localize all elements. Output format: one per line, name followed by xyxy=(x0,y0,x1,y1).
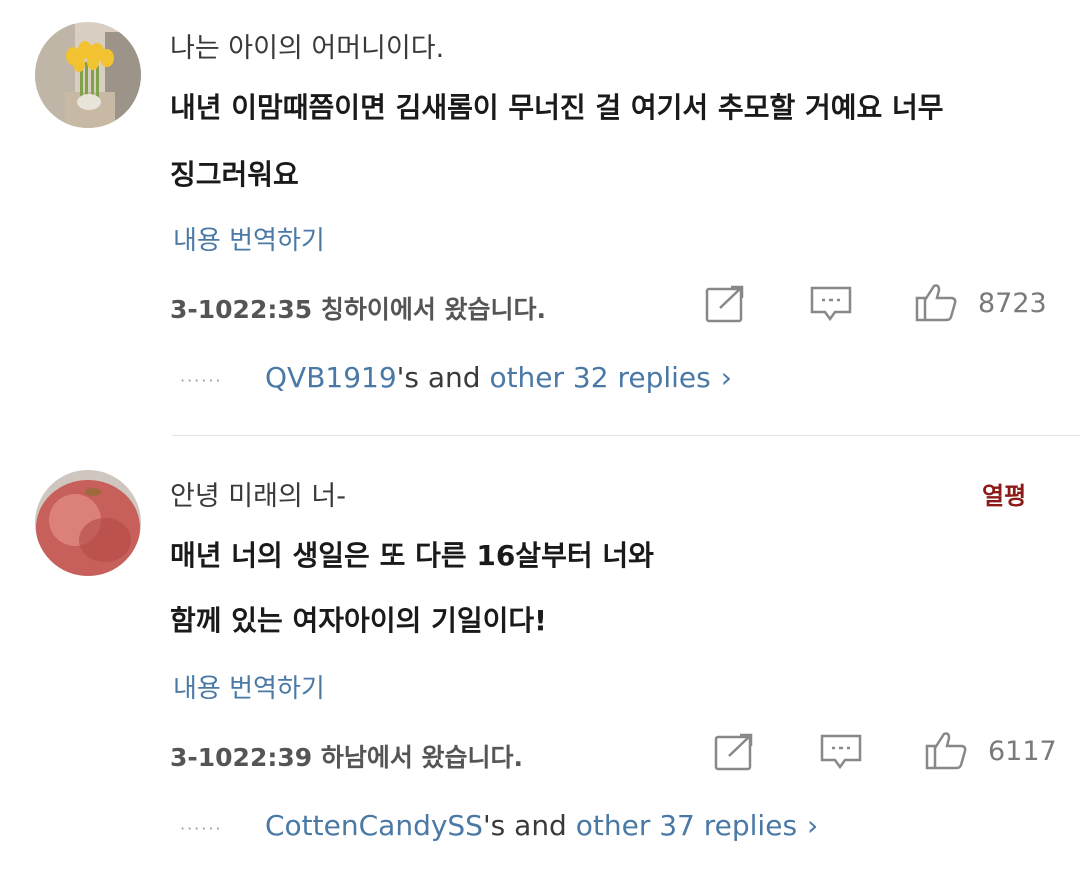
reply-count[interactable]: other 37 replies xyxy=(576,809,797,842)
reply-count[interactable]: other 32 replies xyxy=(489,361,710,394)
translate-link[interactable]: 내용 번역하기 xyxy=(173,220,325,257)
reply-connector: 's and xyxy=(482,809,576,842)
chevron-right-icon: › xyxy=(720,361,732,394)
translate-link[interactable]: 내용 번역하기 xyxy=(173,668,325,705)
reply-username[interactable]: QVB1919 xyxy=(265,361,397,394)
like-icon[interactable] xyxy=(914,282,958,322)
chevron-right-icon: › xyxy=(807,809,819,842)
like-count: 8723 xyxy=(978,288,1047,319)
divider xyxy=(172,435,1080,436)
comment-meta: 3-1022:35 칭하이에서 왔습니다. xyxy=(170,295,547,324)
comment-text-line: 징그러워요 xyxy=(170,158,299,191)
comment-icon[interactable] xyxy=(819,732,863,772)
view-replies-link[interactable]: QVB1919's and other 32 replies › xyxy=(265,361,732,394)
avatar[interactable] xyxy=(35,470,141,576)
reply-dots: ······ xyxy=(180,819,223,838)
comment-text-line: 매년 너의 생일은 또 다른 16살부터 너와 xyxy=(170,539,654,572)
share-icon[interactable] xyxy=(713,732,757,772)
username[interactable]: 안녕 미래의 너- xyxy=(170,474,346,513)
tulip-bouquet-icon xyxy=(35,22,141,128)
username[interactable]: 나는 아이의 어머니이다. xyxy=(170,26,444,65)
comment-text-line: 내년 이맘때쯤이면 김새롬이 무너진 걸 여기서 추모할 거예요 너무 xyxy=(170,91,944,124)
like-icon[interactable] xyxy=(924,730,968,770)
apple-icon xyxy=(35,470,141,576)
hot-comment-badge: 열평 xyxy=(982,482,1027,510)
like-count: 6117 xyxy=(988,736,1057,767)
reply-username[interactable]: CottenCandySS xyxy=(265,809,483,842)
reply-connector: 's and xyxy=(396,361,490,394)
avatar[interactable] xyxy=(35,22,141,128)
reply-dots: ······ xyxy=(180,371,223,390)
share-icon[interactable] xyxy=(704,284,748,324)
comment-text-line: 함께 있는 여자아이의 기일이다! xyxy=(170,604,547,637)
comment-meta: 3-1022:39 하남에서 왔습니다. xyxy=(170,743,524,772)
comment-icon[interactable] xyxy=(809,284,853,324)
view-replies-link[interactable]: CottenCandySS's and other 37 replies › xyxy=(265,809,818,842)
